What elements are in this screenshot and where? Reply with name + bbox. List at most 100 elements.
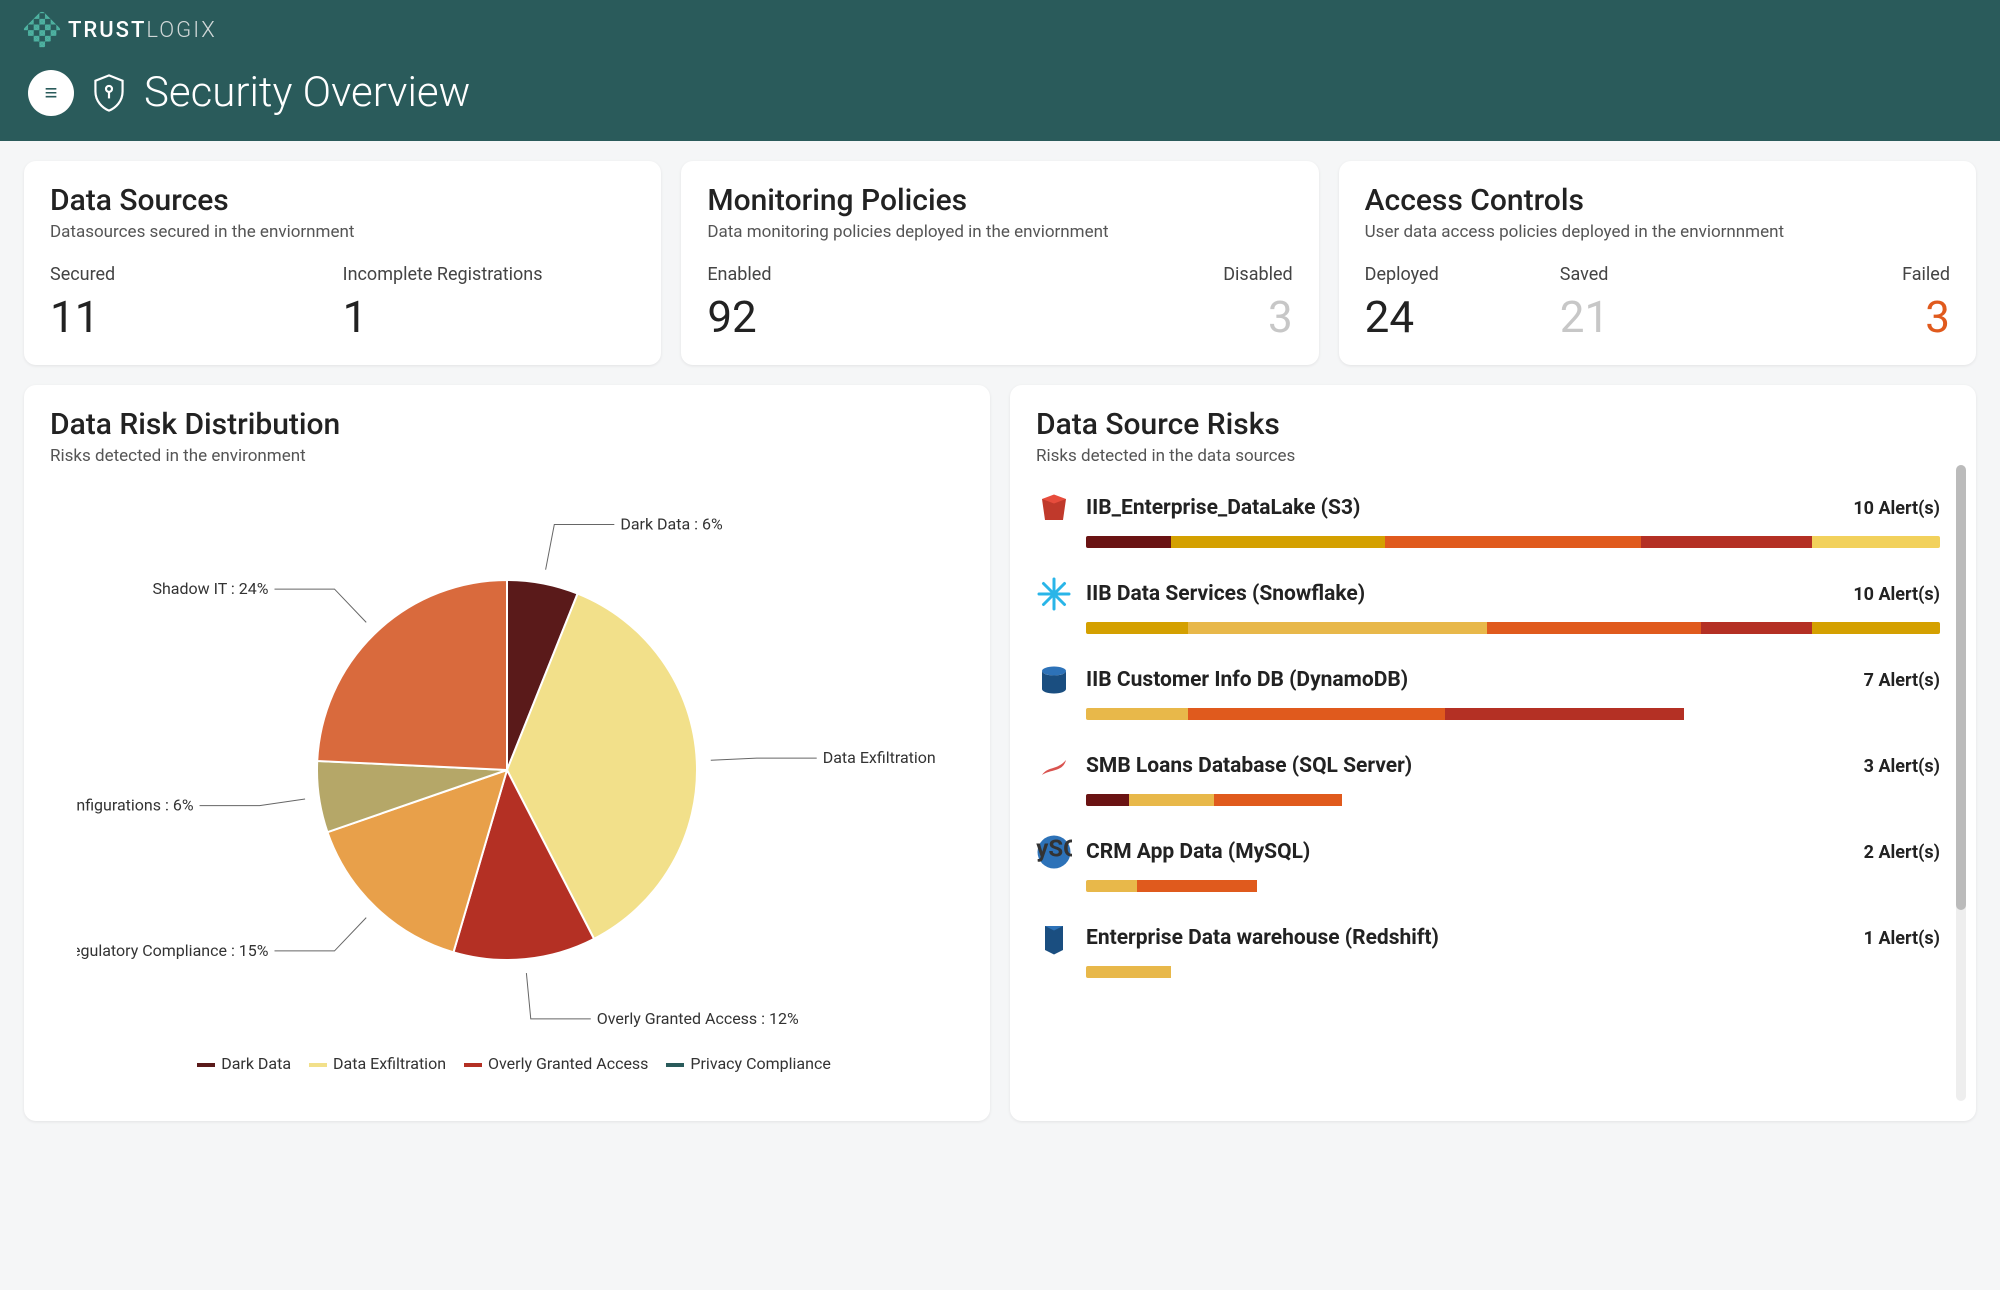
legend-swatch [464, 1063, 482, 1067]
scrollbar[interactable] [1956, 465, 1966, 1101]
chart-legend: Dark Data Data Exfiltration Overly Grant… [183, 1054, 831, 1073]
pie-label: Shadow IT : 24% [152, 579, 268, 598]
risk-item[interactable]: IIB Data Services (Snowflake) 10 Alert(s) [1036, 566, 1940, 652]
panel-data-source-risks: Data Source Risks Risks detected in the … [1010, 385, 1976, 1121]
metric-label: Secured [50, 264, 343, 285]
metric-label: Enabled [707, 264, 1000, 285]
brand-logo-icon [22, 10, 62, 50]
svg-text:MySQL: MySQL [1036, 835, 1072, 863]
alert-count: 7 Alert(s) [1864, 670, 1940, 691]
card-data-sources[interactable]: Data Sources Datasources secured in the … [24, 161, 661, 365]
card-subtitle: Data monitoring policies deployed in the… [707, 222, 1292, 242]
legend-label: Privacy Compliance [690, 1054, 830, 1073]
risk-item[interactable]: SMB Loans Database (SQL Server) 3 Alert(s… [1036, 738, 1940, 824]
risk-bar [1086, 794, 1940, 806]
datasource-icon [1036, 920, 1072, 956]
metric-value: 1 [343, 291, 636, 343]
metric-enabled: Enabled 92 [707, 264, 1000, 343]
title-bar: ≡ Security Overview [28, 68, 1972, 117]
brand-name-b: LOGIX [146, 18, 216, 43]
datasource-name: CRM App Data (MySQL) [1086, 840, 1850, 864]
card-subtitle: User data access policies deployed in th… [1365, 222, 1950, 242]
datasource-icon [1036, 748, 1072, 784]
datasource-icon: MySQL [1036, 834, 1072, 870]
legend-swatch [666, 1063, 684, 1067]
datasource-icon [1036, 576, 1072, 612]
card-title: Data Sources [50, 183, 635, 218]
metric-incomplete: Incomplete Registrations 1 [343, 264, 636, 343]
metric-value: 21 [1560, 291, 1755, 343]
datasource-name: IIB Data Services (Snowflake) [1086, 582, 1839, 606]
pie-label: Data Exfiltration : 36% [823, 748, 937, 767]
brand: TRUSTLOGIX [28, 16, 1972, 44]
metric-label: Disabled [1000, 264, 1293, 285]
panel-title: Data Source Risks [1036, 407, 1950, 442]
risk-bar [1086, 536, 1940, 548]
metric-label: Failed [1755, 264, 1950, 285]
metric-disabled: Disabled 3 [1000, 264, 1293, 343]
hamburger-icon: ≡ [45, 80, 58, 106]
risk-bar [1086, 708, 1940, 720]
metric-value: 24 [1365, 291, 1560, 343]
alert-count: 10 Alert(s) [1853, 584, 1940, 605]
panel-subtitle: Risks detected in the data sources [1036, 446, 1950, 466]
risk-item[interactable]: IIB_Enterprise_DataLake (S3) 10 Alert(s) [1036, 480, 1940, 566]
datasource-name: Enterprise Data warehouse (Redshift) [1086, 926, 1850, 950]
risk-list[interactable]: IIB_Enterprise_DataLake (S3)10 Alert(s)I… [1036, 480, 1950, 1120]
datasource-name: IIB_Enterprise_DataLake (S3) [1086, 496, 1839, 520]
menu-button[interactable]: ≡ [28, 70, 74, 116]
app-header: TRUSTLOGIX ≡ Security Overview [0, 0, 2000, 141]
panels-row: Data Risk Distribution Risks detected in… [0, 385, 2000, 1145]
risk-bar [1086, 880, 1940, 892]
pie-slice[interactable] [317, 580, 507, 770]
page-title: Security Overview [144, 68, 470, 117]
metric-label: Saved [1560, 264, 1755, 285]
datasource-name: IIB Customer Info DB (DynamoDB) [1086, 668, 1850, 692]
datasource-icon [1036, 662, 1072, 698]
summary-cards-row: Data Sources Datasources secured in the … [0, 141, 2000, 385]
metric-label: Incomplete Registrations [343, 264, 636, 285]
panel-subtitle: Risks detected in the environment [50, 446, 964, 466]
pie-chart: Dark Data : 6% Data Exfiltration : 36% Ove… [77, 480, 937, 1040]
legend-swatch [197, 1063, 215, 1067]
brand-name-a: TRUST [68, 18, 146, 43]
alert-count: 10 Alert(s) [1853, 498, 1940, 519]
card-title: Monitoring Policies [707, 183, 1292, 218]
brand-name: TRUSTLOGIX [68, 18, 217, 43]
alert-count: 2 Alert(s) [1864, 842, 1940, 863]
metric-deployed: Deployed 24 [1365, 264, 1560, 343]
risk-item[interactable]: IIB Customer Info DB (DynamoDB) 7 Alert(s… [1036, 652, 1940, 738]
alert-count: 3 Alert(s) [1864, 756, 1940, 777]
metric-value: 11 [50, 291, 343, 343]
legend-label: Overly Granted Access [488, 1054, 648, 1073]
shield-icon [92, 74, 126, 112]
risk-item[interactable]: MySQL CRM App Data (MySQL) 2 Alert(s) [1036, 824, 1940, 910]
datasource-icon [1036, 490, 1072, 526]
metric-value: 92 [707, 291, 1000, 343]
metric-label: Deployed [1365, 264, 1560, 285]
datasource-name: SMB Loans Database (SQL Server) [1086, 754, 1850, 778]
scrollbar-thumb[interactable] [1956, 465, 1966, 910]
alert-count: 1 Alert(s) [1864, 928, 1940, 949]
pie-label: Regulatory Compliance : 15% [77, 941, 269, 960]
metric-failed: Failed 3 [1755, 264, 1950, 343]
legend-label: Data Exfiltration [333, 1054, 446, 1073]
pie-label: Misconfigurations : 6% [77, 796, 194, 815]
panel-risk-distribution: Data Risk Distribution Risks detected in… [24, 385, 990, 1121]
card-monitoring-policies[interactable]: Monitoring Policies Data monitoring poli… [681, 161, 1318, 365]
legend-swatch [309, 1063, 327, 1067]
risk-bar [1086, 966, 1940, 978]
metric-secured: Secured 11 [50, 264, 343, 343]
metric-value: 3 [1000, 291, 1293, 343]
legend-label: Dark Data [221, 1054, 291, 1073]
risk-item[interactable]: Enterprise Data warehouse (Redshift) 1 Al… [1036, 910, 1940, 996]
risk-bar [1086, 622, 1940, 634]
metric-value: 3 [1755, 291, 1950, 343]
panel-title: Data Risk Distribution [50, 407, 964, 442]
card-subtitle: Datasources secured in the enviornment [50, 222, 635, 242]
pie-label: Overly Granted Access : 12% [597, 1009, 799, 1028]
metric-saved: Saved 21 [1560, 264, 1755, 343]
card-title: Access Controls [1365, 183, 1950, 218]
pie-label: Dark Data : 6% [620, 515, 723, 534]
card-access-controls[interactable]: Access Controls User data access policie… [1339, 161, 1976, 365]
